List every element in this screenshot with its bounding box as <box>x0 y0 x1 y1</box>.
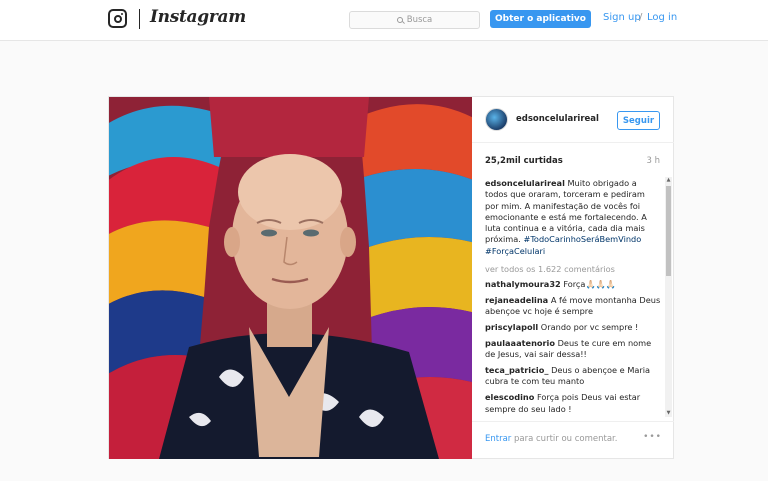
post-card: edsoncelularireal Seguir 25,2mil curtida… <box>108 96 674 459</box>
user-avatar[interactable] <box>485 108 508 131</box>
top-navigation-bar: Instagram Busca Obter o aplicativo Sign … <box>0 0 768 41</box>
log-in-link[interactable]: Log in <box>647 12 677 23</box>
comment-text: Orando por vc sempre ! <box>538 322 639 333</box>
comment-item: rejaneadelina A fé move montanha Deus ab… <box>485 295 661 318</box>
caption-username[interactable]: edsoncelularireal <box>485 178 565 188</box>
comment-username[interactable]: teca_patricio_ <box>485 365 548 375</box>
comment-username[interactable]: priscylapoll <box>485 322 538 332</box>
comment-username[interactable]: paulaaatenorio <box>485 338 555 348</box>
comments-list[interactable]: edsoncelularireal Muito obrigado a todos… <box>485 178 661 416</box>
login-prompt-text: para curtir ou comentar. <box>511 434 618 444</box>
sign-up-link[interactable]: Sign up <box>603 12 641 23</box>
comment-username[interactable]: nathalymoura32 <box>485 279 561 289</box>
comment-username[interactable]: elescodino <box>485 392 534 402</box>
post-photo[interactable] <box>109 97 472 459</box>
view-all-comments-link[interactable]: ver todos os 1.622 comentários <box>485 264 661 275</box>
instagram-wordmark[interactable]: Instagram <box>150 7 246 27</box>
search-placeholder: Busca <box>406 15 433 25</box>
get-app-button[interactable]: Obter o aplicativo <box>490 10 591 28</box>
scroll-down-arrow-icon[interactable]: ▼ <box>665 410 672 417</box>
comment-item: teca_patricio_ Deus o abençoe e Maria cu… <box>485 365 661 388</box>
instagram-camera-icon[interactable] <box>108 9 127 28</box>
auth-separator: / <box>639 12 643 23</box>
comment-text: Força🙏🏻🙏🏻🙏🏻 <box>560 279 617 290</box>
comment-item: paulaaatenorio Deus te cure em nome de J… <box>485 338 661 361</box>
scrollbar-thumb[interactable] <box>666 186 671 276</box>
post-time[interactable]: 3 h <box>647 156 661 166</box>
comment-item: priscylapoll Orando por vc sempre ! <box>485 322 661 333</box>
comments-scrollbar[interactable]: ▲ ▼ <box>665 177 672 417</box>
login-link[interactable]: Entrar <box>485 434 511 444</box>
post-username[interactable]: edsoncelularireal <box>516 114 599 124</box>
search-input[interactable]: Busca <box>349 11 480 29</box>
post-caption: edsoncelularireal Muito obrigado a todos… <box>485 178 661 257</box>
likes-count[interactable]: 25,2mil curtidas <box>485 156 563 166</box>
comment-item: elescodino Força pois Deus vai estar sem… <box>485 392 661 415</box>
comment-username[interactable]: rejaneadelina <box>485 295 548 305</box>
post-header: edsoncelularireal Seguir <box>472 97 674 143</box>
follow-button[interactable]: Seguir <box>617 111 660 130</box>
post-sidebar: edsoncelularireal Seguir 25,2mil curtida… <box>472 97 674 459</box>
scroll-up-arrow-icon[interactable]: ▲ <box>665 177 672 184</box>
search-icon <box>396 17 403 23</box>
comment-item: nathalymoura32 Força🙏🏻🙏🏻🙏🏻 <box>485 279 661 290</box>
login-to-comment-prompt: Entrar para curtir ou comentar. <box>485 434 617 444</box>
post-photo-image <box>109 97 472 459</box>
logo-divider <box>139 9 140 29</box>
post-footer: Entrar para curtir ou comentar. ••• <box>472 421 674 459</box>
more-options-icon[interactable]: ••• <box>643 432 662 442</box>
